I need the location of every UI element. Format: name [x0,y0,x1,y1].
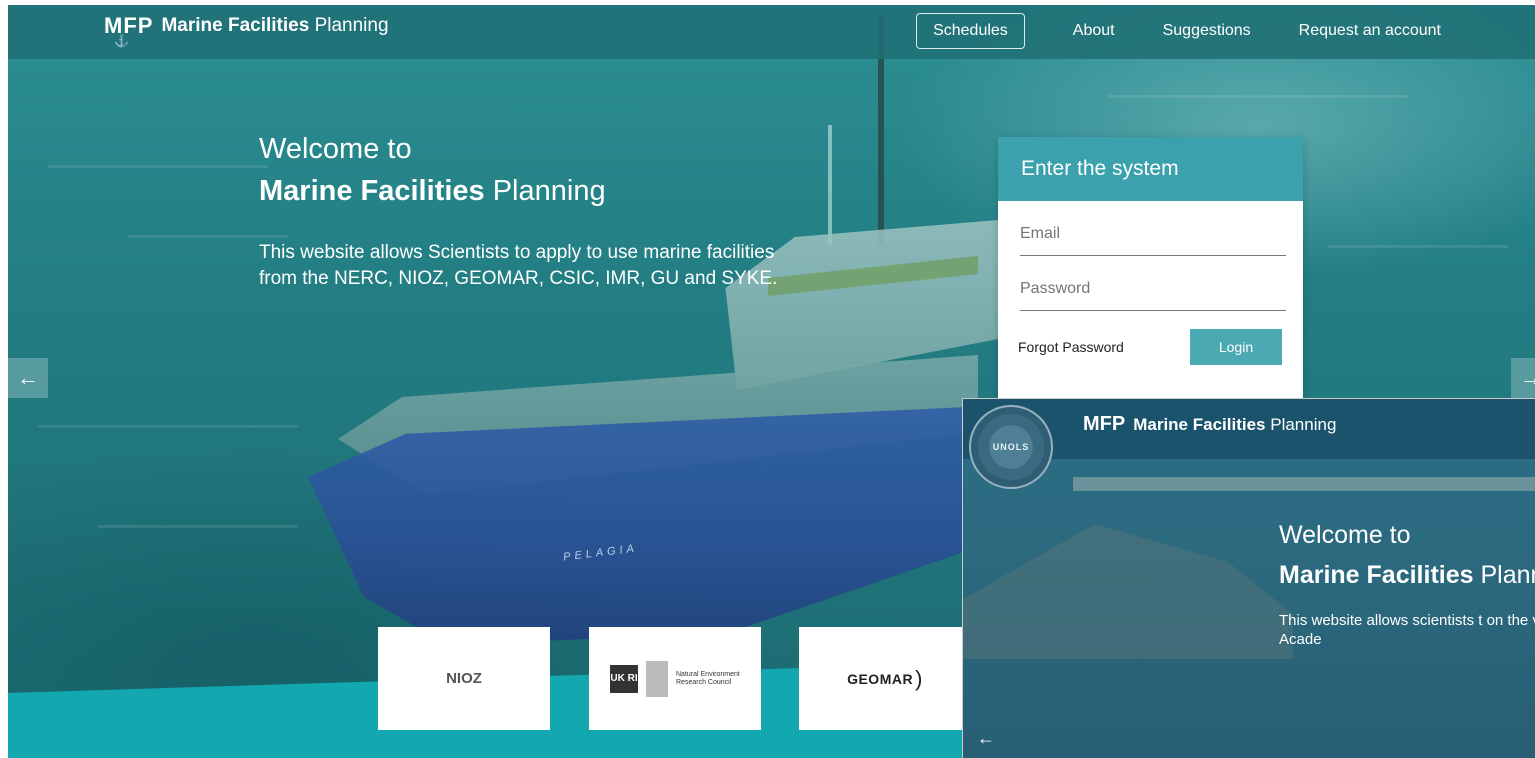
inset-welcome: Welcome to Marine Facilities Plann This … [1279,517,1535,649]
brand-name: Marine Facilities Planning [161,15,389,36]
page: PELAGIA MFP ⚓ Marine Facilities Planning… [8,5,1535,758]
email-field-wrapper [1020,201,1286,256]
carousel-next-button[interactable]: → [1511,358,1535,398]
carousel-prev-button[interactable]: ← [8,358,48,398]
hero-description: This website allows Scientists to apply … [259,242,778,289]
login-heading: Enter the system [998,137,1303,201]
bridge-structure [1073,477,1535,491]
ukri-grey-block [646,660,668,697]
partner-logo-ukri[interactable]: UK RI Natural Environment Research Counc… [589,627,761,730]
password-field[interactable] [1020,280,1286,298]
inset-welcome-heading: Welcome to [1279,521,1411,549]
unols-seal-icon: UNOLS [969,405,1053,489]
ukri-mark: UK RI [610,664,638,693]
arrow-left-icon: ← [977,727,995,748]
inset-brand-logo[interactable]: MFP Marine Facilities Planning [1083,413,1336,436]
nav-request-account[interactable]: Request an account [1275,14,1465,48]
nav-about[interactable]: About [1049,14,1139,48]
nioz-logo: NIOZ [446,670,482,687]
welcome-heading: Welcome to [259,133,412,165]
inset-screenshot: MFP Marine Facilities Planning UNOLS Wel… [962,398,1535,758]
email-field[interactable] [1020,225,1286,243]
geomar-swirl-icon: ) [915,665,923,691]
arrow-right-icon: → [1520,365,1535,390]
anchor-icon: ⚓ [114,34,130,48]
login-card: Enter the system Forgot Password Login [998,137,1303,402]
inset-prev-button[interactable]: ← [969,721,1003,755]
ukri-logo: UK RI Natural Environment Research Counc… [610,660,740,697]
inset-site-title: Marine Facilities Plann [1279,561,1535,589]
hero-welcome: Welcome to Marine Facilities Planning Th… [259,130,779,292]
password-field-wrapper [1020,256,1286,311]
mfp-mark: MFP ⚓ [104,13,154,48]
forgot-password-link[interactable]: Forgot Password [1018,339,1124,355]
ship-mast [828,125,832,245]
nav-suggestions[interactable]: Suggestions [1139,14,1275,48]
nav-menu: Schedules About Suggestions Request an a… [916,13,1465,49]
partner-logo-geomar[interactable]: GEOMAR ) [799,627,971,730]
brand-logo[interactable]: MFP ⚓ Marine Facilities Planning [104,13,389,48]
login-button[interactable]: Login [1190,329,1282,365]
arrow-left-icon: ← [17,365,39,390]
mountain-backdrop [963,524,1293,659]
inset-description: This website allows scientists t on the … [1279,612,1535,648]
nav-schedules[interactable]: Schedules [916,13,1025,49]
partner-logo-nioz[interactable]: NIOZ [378,627,550,730]
login-actions: Forgot Password Login [1018,329,1282,365]
nerc-text: Natural Environment Research Council [676,670,740,686]
geomar-logo: GEOMAR ) [847,665,923,691]
top-navigation: MFP ⚓ Marine Facilities Planning Schedul… [8,5,1535,59]
site-title: Marine Facilities Planning [259,175,606,207]
